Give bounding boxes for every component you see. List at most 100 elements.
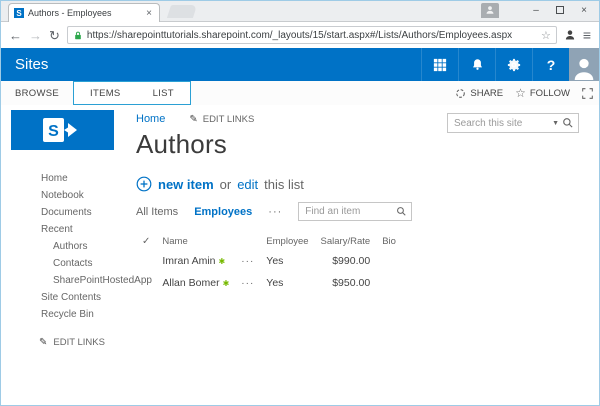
new-item-badge-icon: ✱ — [218, 257, 226, 266]
sidebar-item-notebook[interactable]: Notebook — [1, 187, 126, 204]
column-header-name[interactable]: Name — [156, 233, 235, 250]
reload-icon[interactable]: ↻ — [49, 29, 60, 42]
sidebar-nav: Home Notebook Documents Recent Authors C… — [1, 170, 152, 323]
main-area: Home ✎ EDIT LINKS Authors ▼ — [126, 105, 599, 405]
tab-title: Authors - Employees — [28, 8, 112, 18]
view-employees[interactable]: Employees — [194, 206, 252, 218]
browser-window: S Authors - Employees × – × ← → ↻ https:… — [0, 0, 600, 406]
sidebar-item-sharepointhostedapp[interactable]: SharePointHostedApp — [1, 272, 152, 289]
share-label: SHARE — [470, 87, 504, 99]
new-item-plus-icon[interactable] — [136, 176, 152, 192]
page-title: Authors — [136, 129, 228, 159]
command-bar: new item or edit this list — [136, 176, 599, 192]
site-logo[interactable]: S — [11, 110, 114, 150]
table-row[interactable]: Imran Amin ✱ ··· Yes $990.00 — [136, 250, 414, 272]
bio-value — [376, 272, 414, 294]
suite-bar-icons: ? — [421, 48, 569, 81]
table-header-row: ✓ Name Employee Salary/Rate Bio — [136, 233, 414, 250]
column-header-salary[interactable]: Salary/Rate — [315, 233, 377, 250]
sidebar-item-authors[interactable]: Authors — [1, 238, 126, 255]
maximize-icon — [556, 6, 564, 14]
item-name-link[interactable]: Imran Amin — [162, 255, 215, 267]
share-icon — [456, 88, 466, 98]
minimize-button[interactable]: – — [525, 2, 547, 18]
pencil-icon: ✎ — [39, 337, 48, 348]
browser-tab[interactable]: S Authors - Employees × — [8, 3, 160, 22]
gear-icon — [507, 58, 521, 71]
ribbon-tab-items[interactable]: ITEMS — [74, 82, 137, 104]
sidebar-item-recent[interactable]: Recent — [1, 221, 126, 238]
sidebar: S Home Notebook Documents Recent Authors… — [1, 105, 152, 405]
share-button[interactable]: SHARE — [455, 88, 503, 99]
new-tab-button[interactable] — [166, 5, 198, 18]
sidebar-item-contacts[interactable]: Contacts — [1, 255, 126, 272]
sharepoint-favicon-icon: S — [14, 8, 24, 18]
sidebar-edit-links-button[interactable]: ✎ EDIT LINKS — [39, 337, 126, 348]
new-item-badge-icon: ✱ — [222, 279, 230, 288]
window-controls: – × — [481, 2, 595, 18]
tab-close-icon[interactable]: × — [144, 8, 154, 19]
column-header-bio[interactable]: Bio — [376, 233, 414, 250]
edit-list-link[interactable]: edit — [237, 177, 258, 192]
view-more-icon[interactable]: ··· — [268, 206, 282, 218]
salary-value: $990.00 — [332, 255, 371, 267]
notifications-button[interactable] — [458, 48, 495, 81]
sidebar-item-documents[interactable]: Documents — [1, 204, 126, 221]
top-edit-links-button[interactable]: ✎ EDIT LINKS — [189, 114, 254, 125]
item-name-link[interactable]: Allan Bomer — [162, 277, 219, 289]
browser-menu-icon[interactable]: ≡ — [583, 27, 591, 43]
salary-value: $950.00 — [332, 277, 371, 289]
app-launcher-grid-icon — [433, 58, 447, 71]
find-item-input[interactable] — [305, 206, 397, 217]
svg-text:S: S — [48, 123, 59, 140]
site-search-input[interactable] — [454, 117, 550, 129]
close-button[interactable]: × — [573, 2, 595, 18]
breadcrumb-home-link[interactable]: Home — [136, 113, 165, 125]
edit-links-label: EDIT LINKS — [202, 113, 255, 125]
employee-value: Yes — [266, 277, 284, 289]
browser-tabstrip: S Authors - Employees × – × — [1, 1, 599, 22]
address-bar[interactable]: https://sharepointtutorials.sharepoint.c… — [66, 26, 557, 44]
search-icon[interactable] — [396, 206, 407, 217]
bookmark-star-icon[interactable]: ☆ — [541, 29, 551, 42]
app-launcher-button[interactable] — [421, 48, 458, 81]
item-menu-icon[interactable]: ··· — [241, 278, 254, 289]
url-text: https://sharepointtutorials.sharepoint.c… — [86, 29, 513, 41]
maximize-button[interactable] — [549, 2, 571, 18]
view-all-items[interactable]: All Items — [136, 206, 178, 218]
sharepoint-logo-icon: S — [42, 118, 77, 142]
site-search-box[interactable]: ▼ — [447, 113, 579, 133]
follow-star-icon: ☆ — [515, 86, 526, 100]
settings-button[interactable] — [495, 48, 532, 81]
ribbon-tab-list[interactable]: LIST — [137, 82, 190, 104]
column-header-employee[interactable]: Employee — [260, 233, 314, 250]
or-text: or — [219, 176, 232, 192]
suite-bar-title[interactable]: Sites — [1, 56, 421, 73]
chrome-user-icon[interactable] — [481, 2, 499, 18]
sidebar-item-site-contents[interactable]: Site Contents — [1, 289, 126, 306]
select-all-check-icon[interactable]: ✓ — [142, 236, 150, 247]
focus-mode-button[interactable] — [582, 87, 593, 99]
find-item-box[interactable] — [298, 202, 413, 221]
follow-button[interactable]: ☆ FOLLOW — [515, 86, 570, 100]
search-icon[interactable] — [562, 117, 574, 129]
item-menu-icon[interactable]: ··· — [241, 256, 254, 267]
https-padlock-icon — [75, 31, 81, 39]
edit-links-label: EDIT LINKS — [53, 337, 105, 348]
ribbon-tab-browse[interactable]: BROWSE — [1, 81, 73, 105]
back-icon[interactable]: ← — [9, 29, 22, 42]
search-scope-dropdown-icon[interactable]: ▼ — [552, 120, 559, 127]
browser-toolbar: ← → ↻ https://sharepointtutorials.sharep… — [1, 22, 599, 48]
browser-profile-icon[interactable] — [564, 29, 576, 41]
new-item-link[interactable]: new item — [158, 177, 214, 192]
ribbon-right-actions: SHARE ☆ FOLLOW — [455, 81, 593, 105]
sidebar-item-home[interactable]: Home — [1, 170, 126, 187]
person-icon — [486, 6, 494, 14]
forward-icon[interactable]: → — [29, 29, 42, 42]
table-row[interactable]: Allan Bomer ✱ ··· Yes $950.00 — [136, 272, 414, 294]
focus-mode-icon — [582, 87, 593, 99]
page-content: S Home Notebook Documents Recent Authors… — [1, 105, 599, 405]
sidebar-item-recycle-bin[interactable]: Recycle Bin — [1, 306, 126, 323]
help-button[interactable]: ? — [532, 48, 569, 81]
user-avatar[interactable] — [569, 48, 599, 81]
